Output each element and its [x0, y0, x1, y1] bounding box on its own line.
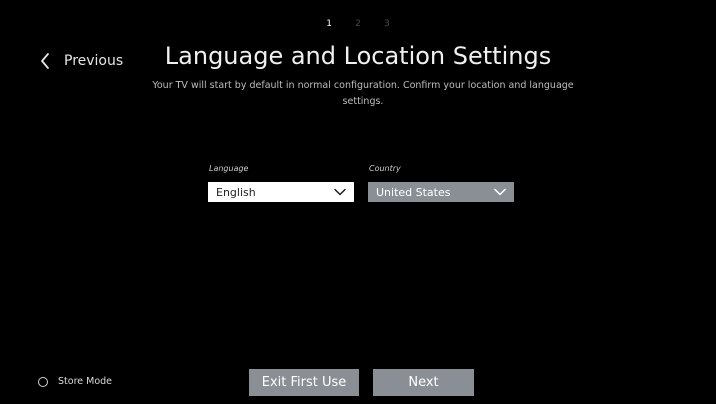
country-label: Country	[369, 164, 401, 173]
language-value: English	[216, 185, 256, 199]
chevron-down-icon	[494, 186, 506, 199]
step-1: 1	[326, 19, 332, 29]
chevron-down-icon	[334, 186, 346, 199]
page-title: Language and Location Settings	[164, 42, 552, 70]
next-button[interactable]: Next	[373, 369, 474, 396]
step-indicator: 1 2 3	[0, 19, 716, 29]
store-mode-option[interactable]: Store Mode	[38, 376, 112, 387]
radio-icon[interactable]	[38, 376, 48, 387]
step-3: 3	[384, 19, 390, 29]
country-dropdown[interactable]: United States	[368, 182, 514, 202]
language-dropdown[interactable]: English	[208, 182, 354, 202]
page-subtitle: Your TV will start by default in normal …	[152, 80, 574, 107]
store-mode-label: Store Mode	[58, 376, 113, 387]
step-2: 2	[355, 19, 361, 29]
country-value: United States	[376, 185, 451, 199]
exit-first-use-button[interactable]: Exit First Use	[249, 369, 359, 396]
language-label: Language	[209, 164, 249, 173]
